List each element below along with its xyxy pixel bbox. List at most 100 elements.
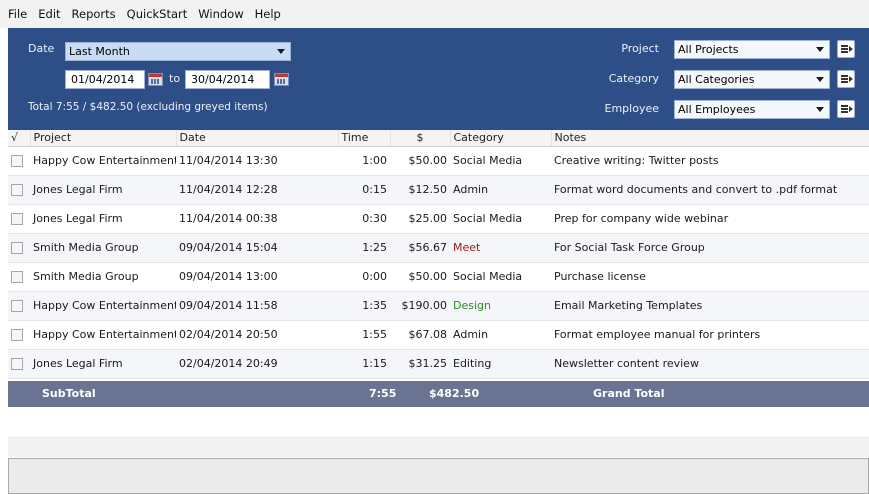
cell-date: 09/04/2014 13:00: [176, 262, 338, 292]
header-time[interactable]: Time: [338, 130, 391, 147]
row-checkbox[interactable]: [8, 233, 30, 263]
cell-notes: Creative writing: Twitter posts: [551, 146, 869, 176]
table-row[interactable]: Smith Media Group 09/04/2014 13:00 0:00 $50…: [8, 262, 869, 292]
cell-notes: Newsletter content review: [551, 349, 869, 379]
cell-category: Social Media: [450, 262, 551, 292]
header-category[interactable]: Category: [450, 130, 552, 147]
table-row[interactable]: Jones Legal Firm 11/04/2014 12:28 0:15 $12.…: [8, 175, 869, 205]
employee-value: All Employees: [678, 103, 756, 116]
row-checkbox[interactable]: [8, 146, 30, 176]
checkbox-icon[interactable]: [11, 300, 23, 312]
dropdown-arrow-icon: [277, 49, 285, 54]
checkbox-icon[interactable]: [11, 271, 23, 283]
details-panel: [8, 458, 869, 494]
cell-notes: Prep for company wide webinar: [551, 204, 869, 234]
category-go-icon[interactable]: [837, 70, 855, 88]
cell-project: Smith Media Group: [30, 233, 176, 263]
cell-date: 09/04/2014 15:04: [176, 233, 338, 263]
header-project[interactable]: Project: [30, 130, 177, 147]
row-checkbox[interactable]: [8, 349, 30, 379]
cell-time: 1:15: [338, 349, 390, 379]
category-label: Category: [608, 72, 659, 85]
header-notes[interactable]: Notes: [551, 130, 869, 147]
cell-time: 1:25: [338, 233, 390, 263]
menu-help[interactable]: Help: [255, 7, 281, 21]
entries-table: √ Project Date Time $ Category Notes Hap…: [8, 130, 869, 379]
cell-notes: Purchase license: [551, 262, 869, 292]
project-value: All Projects: [678, 43, 739, 56]
project-go-icon[interactable]: [837, 40, 855, 58]
table-row[interactable]: Smith Media Group 09/04/2014 15:04 1:25 $56…: [8, 233, 869, 263]
total-summary: Total 7:55 / $482.50 (excluding greyed i…: [28, 101, 268, 113]
dropdown-arrow-icon: [816, 77, 824, 82]
checkbox-icon[interactable]: [11, 242, 23, 254]
cell-project: Smith Media Group: [30, 262, 176, 292]
employee-select[interactable]: All Employees: [674, 100, 830, 119]
subtotal-bar: SubTotal 7:55 $482.50 Grand Total: [8, 381, 869, 407]
cell-notes: For Social Task Force Group: [551, 233, 869, 263]
cell-time: 1:35: [338, 291, 390, 321]
to-date-field[interactable]: 30/04/2014: [185, 70, 270, 89]
cell-project: Happy Cow Entertainment: [30, 291, 176, 321]
cell-amount: $67.08: [390, 320, 450, 350]
category-select[interactable]: All Categories: [674, 70, 830, 89]
date-range-select[interactable]: Last Month: [65, 42, 291, 61]
cell-project: Jones Legal Firm: [30, 204, 176, 234]
row-checkbox[interactable]: [8, 291, 30, 321]
cell-category: Meet: [450, 233, 551, 263]
table-row[interactable]: Happy Cow Entertainment 09/04/2014 11:58 1…: [8, 291, 869, 321]
dropdown-arrow-icon: [816, 47, 824, 52]
subtotal-time: 7:55: [369, 387, 397, 400]
row-checkbox[interactable]: [8, 262, 30, 292]
checkbox-icon[interactable]: [11, 184, 23, 196]
grand-total-label: Grand Total: [593, 387, 665, 400]
cell-amount: $56.67: [390, 233, 450, 263]
calendar-icon[interactable]: [274, 73, 289, 86]
menu-window[interactable]: Window: [198, 7, 243, 21]
cell-time: 0:15: [338, 175, 390, 205]
cell-project: Jones Legal Firm: [30, 175, 176, 205]
menu-file[interactable]: File: [8, 7, 27, 21]
row-checkbox[interactable]: [8, 320, 30, 350]
cell-notes: Format word documents and convert to .pd…: [551, 175, 869, 205]
project-select[interactable]: All Projects: [674, 40, 830, 59]
table-row[interactable]: Jones Legal Firm 11/04/2014 00:38 0:30 $25.…: [8, 204, 869, 234]
row-checkbox[interactable]: [8, 175, 30, 205]
cell-time: 1:00: [338, 146, 390, 176]
checkbox-icon[interactable]: [11, 358, 23, 370]
cell-notes: Email Marketing Templates: [551, 291, 869, 321]
table-row[interactable]: Jones Legal Firm 02/04/2014 20:49 1:15 $31.…: [8, 349, 869, 379]
cell-category: Social Media: [450, 204, 551, 234]
cell-amount: $50.00: [390, 146, 450, 176]
header-check[interactable]: √: [8, 130, 31, 147]
calendar-icon[interactable]: [148, 73, 163, 86]
cell-category: Design: [450, 291, 551, 321]
cell-amount: $25.00: [390, 204, 450, 234]
cell-amount: $31.25: [390, 349, 450, 379]
from-date-field[interactable]: 01/04/2014: [65, 70, 145, 89]
header-date[interactable]: Date: [176, 130, 339, 147]
category-value: All Categories: [678, 73, 755, 86]
cell-date: 02/04/2014 20:50: [176, 320, 338, 350]
cell-date: 09/04/2014 11:58: [176, 291, 338, 321]
menu-quickstart[interactable]: QuickStart: [127, 7, 188, 21]
header-amount[interactable]: $: [390, 130, 451, 147]
menu-edit[interactable]: Edit: [38, 7, 60, 21]
cell-category: Editing: [450, 349, 551, 379]
row-checkbox[interactable]: [8, 204, 30, 234]
cell-amount: $12.50: [390, 175, 450, 205]
checkbox-icon[interactable]: [11, 329, 23, 341]
cell-date: 11/04/2014 00:38: [176, 204, 338, 234]
to-label: to: [169, 72, 181, 85]
checkbox-icon[interactable]: [11, 155, 23, 167]
cell-time: 0:00: [338, 262, 390, 292]
checkbox-icon[interactable]: [11, 213, 23, 225]
cell-time: 0:30: [338, 204, 390, 234]
employee-label: Employee: [604, 102, 659, 115]
filter-panel: Date Last Month 01/04/2014 to 30/04/2014…: [8, 28, 869, 130]
menu-reports[interactable]: Reports: [72, 7, 116, 21]
table-row[interactable]: Happy Cow Entertainment 11/04/2014 13:30 1…: [8, 146, 869, 176]
employee-go-icon[interactable]: [837, 100, 855, 118]
table-row[interactable]: Happy Cow Entertainment 02/04/2014 20:50 1…: [8, 320, 869, 350]
cell-project: Jones Legal Firm: [30, 349, 176, 379]
